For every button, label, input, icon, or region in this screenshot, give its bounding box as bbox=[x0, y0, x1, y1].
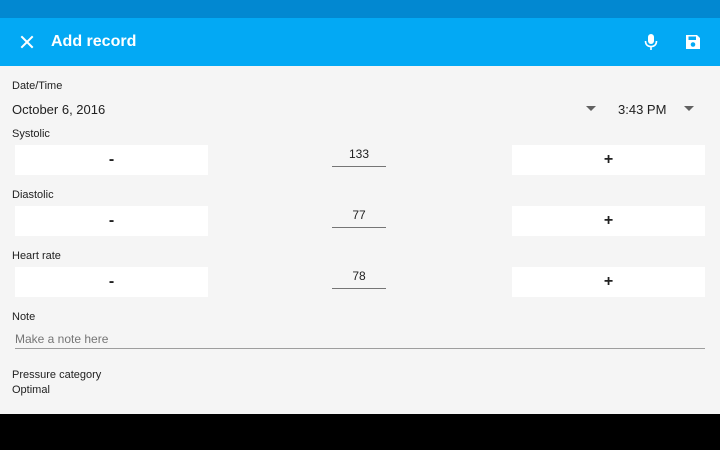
pressure-category-value: Optimal bbox=[12, 384, 50, 396]
save-icon bbox=[686, 35, 700, 49]
systolic-increment-button[interactable]: + bbox=[512, 145, 705, 175]
systolic-label: Systolic bbox=[12, 128, 50, 140]
heart-rate-value-field[interactable]: 78 bbox=[332, 269, 386, 289]
page-title: Add record bbox=[51, 33, 137, 50]
note-label: Note bbox=[12, 311, 36, 323]
heart-rate-decrement-button[interactable]: - bbox=[15, 267, 208, 297]
heart-rate-increment-button[interactable]: + bbox=[512, 267, 705, 297]
time-picker[interactable]: 3:43 PM bbox=[618, 102, 666, 117]
save-button[interactable] bbox=[678, 27, 708, 57]
systolic-value-field[interactable]: 133 bbox=[332, 147, 386, 167]
close-icon bbox=[20, 35, 34, 49]
app-bar: Add record bbox=[0, 18, 720, 66]
status-bar bbox=[0, 0, 720, 18]
datetime-label: Date/Time bbox=[12, 80, 63, 92]
pressure-category-label: Pressure category bbox=[12, 369, 102, 381]
voice-input-button[interactable] bbox=[637, 27, 665, 57]
diastolic-value-field[interactable]: 77 bbox=[332, 208, 386, 228]
microphone-icon bbox=[644, 34, 658, 50]
date-picker[interactable]: October 6, 2016 bbox=[12, 102, 105, 117]
heart-rate-label: Heart rate bbox=[12, 250, 61, 262]
note-input[interactable] bbox=[15, 330, 705, 349]
diastolic-increment-button[interactable]: + bbox=[512, 206, 705, 236]
navigation-bar bbox=[0, 414, 720, 450]
time-dropdown-arrow-icon[interactable] bbox=[684, 106, 694, 111]
close-button[interactable] bbox=[12, 27, 42, 57]
record-form: Date/Time October 6, 2016 3:43 PM Systol… bbox=[0, 66, 720, 414]
date-dropdown-arrow-icon[interactable] bbox=[586, 106, 596, 111]
systolic-decrement-button[interactable]: - bbox=[15, 145, 208, 175]
diastolic-decrement-button[interactable]: - bbox=[15, 206, 208, 236]
diastolic-label: Diastolic bbox=[12, 189, 54, 201]
